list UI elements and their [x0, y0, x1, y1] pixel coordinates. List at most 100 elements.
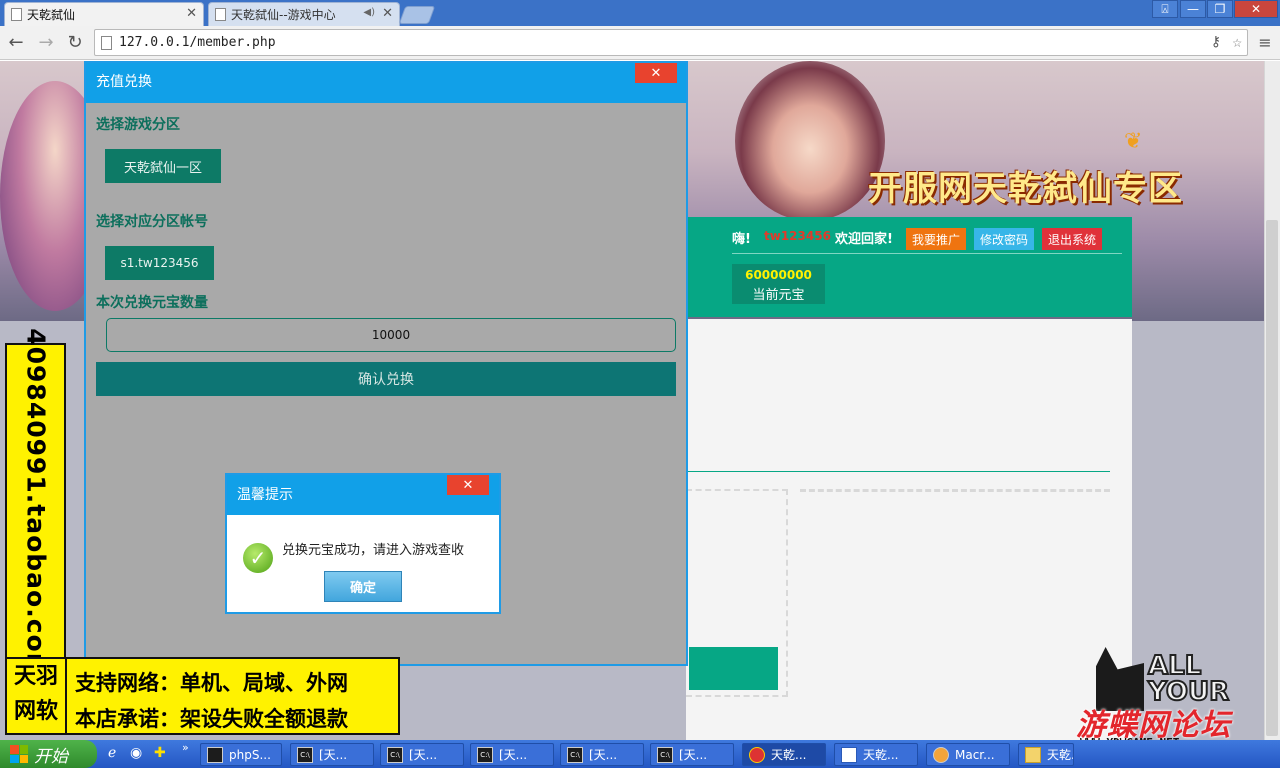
character-illustration-right — [735, 61, 885, 221]
confirm-exchange-button[interactable]: 确认兑换 — [96, 362, 676, 396]
account-section-label: 选择对应分区帐号 — [96, 214, 208, 230]
cmd-icon: C:\ — [657, 746, 673, 763]
ad-line-2: 本店承诺：架设失败全额退款 — [75, 707, 348, 731]
green-block — [689, 647, 778, 690]
alert-dialog: 温馨提示 ✕ ✓ 兑换元宝成功，请进入游戏查收 确定 — [225, 473, 501, 614]
vertical-ad-banner: 409840991.taobao.com — [5, 328, 66, 680]
app-icon — [933, 746, 949, 763]
success-check-icon: ✓ — [243, 543, 273, 573]
taskbar-item-label: 天乾... — [863, 748, 899, 762]
start-button[interactable]: 开始 — [0, 740, 97, 768]
tab-title: 天乾弑仙 — [27, 8, 76, 22]
cmd-icon: C:\ — [567, 746, 583, 763]
scrollbar-thumb[interactable] — [1266, 220, 1278, 736]
amount-label: 本次兑换元宝数量 — [96, 295, 208, 311]
forward-icon[interactable]: → — [34, 30, 58, 54]
quicklaunch-more-icon[interactable]: » — [182, 741, 189, 754]
audio-icon: ◀) — [363, 7, 375, 18]
start-label: 开始 — [34, 746, 68, 767]
alert-close-button[interactable]: ✕ — [447, 475, 489, 495]
taskbar-item-label: [天... — [499, 748, 528, 762]
taskbar-item-label: [天... — [679, 748, 708, 762]
ad-logo: 天羽 网软 — [7, 659, 67, 733]
page-icon — [11, 8, 22, 21]
cmd-icon: C:\ — [297, 746, 313, 763]
dialog-header: 充值兑换 — [86, 63, 686, 103]
key-icon[interactable]: ⚷ — [1211, 30, 1221, 55]
page-icon — [215, 8, 226, 21]
app-icon — [207, 746, 223, 763]
horizontal-ad-banner: 天羽 网软 支持网络：单机、局域、外网 本店承诺：架设失败全额退款 — [5, 657, 400, 735]
tab-close-icon[interactable]: ✕ — [382, 6, 393, 21]
taskbar-item-label: 天乾... — [771, 748, 807, 762]
cmd-icon: C:\ — [387, 746, 403, 763]
ad-logo-line1: 天羽 — [13, 664, 58, 689]
account-button[interactable]: s1.tw123456 — [105, 246, 214, 280]
taskbar-item[interactable]: 天乾... — [1018, 743, 1074, 766]
change-password-button[interactable]: 修改密码 — [974, 228, 1034, 250]
taskbar-item-label: 天乾... — [1047, 748, 1073, 762]
taskbar-item-label: phpS... — [229, 747, 271, 762]
logout-button[interactable]: 退出系统 — [1042, 228, 1102, 250]
taskbar-item[interactable]: C:\ [天... — [380, 743, 464, 766]
minimize-button[interactable]: — — [1180, 0, 1206, 18]
taskbar-item-label: [天... — [319, 748, 348, 762]
taskbar-item[interactable]: phpS... — [200, 743, 282, 766]
taskbar-item[interactable]: C:\ [天... — [290, 743, 374, 766]
server-section-label: 选择游戏分区 — [96, 117, 180, 133]
panel-placeholder — [800, 489, 1110, 492]
greeting: 嗨! — [732, 232, 751, 247]
dialog-title: 充值兑换 — [96, 74, 152, 90]
taskbar-item[interactable]: 天乾... — [834, 743, 918, 766]
member-info-bar: 嗨! tw123456 欢迎回家! 我要推广 修改密码 退出系统 6000000… — [686, 217, 1132, 317]
username: tw123456 — [764, 229, 831, 243]
taskbar-item[interactable]: C:\ [天... — [470, 743, 554, 766]
browser-quicklaunch-icon[interactable]: ◉ — [130, 745, 142, 761]
taskbar-item-label: Macr... — [955, 747, 995, 762]
taskbar-item-label: [天... — [589, 748, 618, 762]
divider — [686, 471, 1110, 472]
welcome-text: 欢迎回家! — [835, 232, 893, 247]
plus-quicklaunch-icon[interactable]: ✚ — [154, 745, 166, 761]
star-icon[interactable]: ☆ — [1232, 29, 1242, 54]
maximize-button[interactable]: ❐ — [1207, 0, 1233, 18]
profile-button[interactable]: ⍓ — [1152, 0, 1178, 18]
balance-value: 60000000 — [745, 268, 812, 282]
taskbar-item[interactable]: C:\ [天... — [560, 743, 644, 766]
browser-tab-active[interactable]: 天乾弑仙 ✕ — [4, 2, 204, 26]
ok-button[interactable]: 确定 — [324, 571, 402, 602]
ad-url: 409840991.taobao.com — [21, 328, 50, 680]
menu-icon[interactable]: ≡ — [1253, 30, 1277, 54]
chrome-icon — [749, 746, 765, 763]
server-button[interactable]: 天乾弑仙一区 — [105, 149, 221, 183]
ad-line-1: 支持网络：单机、局域、外网 — [75, 671, 348, 695]
browser-tab-inactive[interactable]: 天乾弑仙--游戏中心 ◀) ✕ — [208, 2, 400, 26]
dialog-close-button[interactable]: ✕ — [635, 63, 677, 83]
balance-label: 当前元宝 — [752, 288, 805, 303]
zone-title: 开服网天乾弑仙专区 — [868, 169, 1183, 209]
balance-box: 60000000 当前元宝 — [732, 264, 825, 304]
member-content-area — [686, 319, 1132, 740]
browser-toolbar: ← → ↻ 127.0.0.1/member.php ⚷ ☆ ≡ — [0, 26, 1280, 60]
window-close-button[interactable]: ✕ — [1234, 0, 1278, 18]
ie-icon[interactable]: ℯ — [108, 745, 116, 761]
butterfly-icon: ❦ — [1124, 129, 1143, 154]
taskbar-item-active[interactable]: 天乾... — [742, 743, 826, 766]
page-icon — [101, 36, 112, 50]
taskbar-item-label: [天... — [409, 748, 438, 762]
back-icon[interactable]: ← — [4, 30, 28, 54]
url-text: 127.0.0.1/member.php — [119, 35, 276, 50]
alert-title: 温馨提示 — [237, 487, 293, 503]
tab-close-icon[interactable]: ✕ — [186, 6, 197, 21]
promote-button[interactable]: 我要推广 — [906, 228, 966, 250]
alert-message: 兑换元宝成功，请进入游戏查收 — [282, 543, 465, 558]
folder-icon — [1025, 746, 1041, 763]
taskbar-item[interactable]: C:\ [天... — [650, 743, 734, 766]
amount-input[interactable]: 10000 — [106, 318, 676, 352]
windows-logo-icon — [10, 745, 28, 763]
divider — [732, 253, 1122, 254]
reload-icon[interactable]: ↻ — [63, 30, 87, 54]
taskbar-item[interactable]: Macr... — [926, 743, 1010, 766]
ad-logo-line2: 网软 — [13, 699, 58, 724]
address-bar[interactable]: 127.0.0.1/member.php ⚷ ☆ — [94, 29, 1248, 56]
